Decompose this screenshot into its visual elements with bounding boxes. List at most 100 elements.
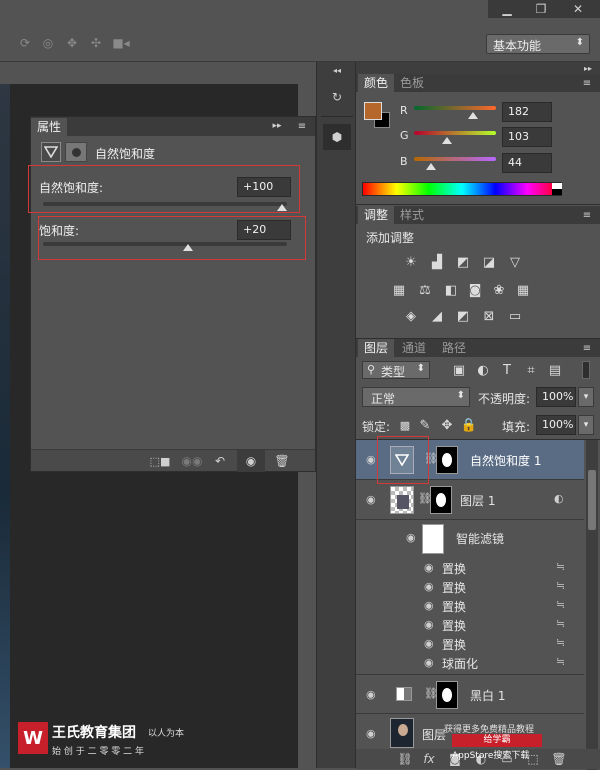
workspace-select[interactable]: 基本功能 ⬍ <box>486 34 590 54</box>
minimize-icon[interactable]: ▁ <box>492 0 522 18</box>
brightness-contrast-icon[interactable]: ☀ <box>402 253 420 271</box>
levels-icon[interactable]: ▟ <box>428 253 446 271</box>
tab-adjustments[interactable]: 调整 <box>358 206 395 224</box>
foreground-color-swatch[interactable] <box>364 102 382 120</box>
blending-options-icon[interactable]: ≒ <box>556 579 565 592</box>
lock-all-icon[interactable]: 🔒 <box>460 416 478 434</box>
filter-eye-icon[interactable]: ◉ <box>424 561 434 574</box>
layer-row-layer1[interactable]: ◉ ⛓ 图层 1 ◐ <box>356 480 584 520</box>
tab-layers[interactable]: 图层 <box>358 339 395 357</box>
tab-properties[interactable]: 属性 <box>31 118 68 136</box>
lock-position-icon[interactable]: ✥ <box>438 416 456 434</box>
photo-filter-icon[interactable]: ◙ <box>466 281 484 299</box>
spectrum-black-white[interactable] <box>552 183 562 195</box>
view-previous-icon[interactable]: ◉◉ <box>181 452 203 470</box>
channel-g-field[interactable]: 103 <box>502 127 552 147</box>
layer-row-black-white[interactable]: ◉ ⛓ 黑白 1 <box>356 674 584 714</box>
layer-visibility-eye-icon[interactable]: ◉ <box>366 493 376 506</box>
spectrum-bar[interactable] <box>362 182 562 196</box>
exposure-icon[interactable]: ◪ <box>480 253 498 271</box>
filter-row[interactable]: ◉ 置换 ≒ <box>356 634 584 653</box>
fx-icon[interactable]: fx <box>420 751 438 767</box>
delete-layer-icon[interactable]: 🗑 <box>550 751 568 767</box>
mask-toggle-icon[interactable] <box>65 142 87 162</box>
layers-scrollbar[interactable] <box>586 440 598 770</box>
channel-b-thumb[interactable] <box>426 163 436 170</box>
blending-options-icon[interactable]: ≒ <box>556 617 565 630</box>
panel-menu-icon[interactable]: ≡ <box>293 118 311 134</box>
history-icon[interactable]: ↻ <box>325 86 349 108</box>
fill-field[interactable]: 100% <box>536 415 576 435</box>
dock-collapse-icon[interactable]: ◂◂ <box>329 64 345 76</box>
layer-visibility-eye-icon[interactable]: ◉ <box>366 727 376 740</box>
channel-b-field[interactable]: 44 <box>502 153 552 173</box>
scale-3d-icon[interactable]: ■◂ <box>110 34 132 52</box>
tab-color[interactable]: 颜色 <box>358 74 395 92</box>
threshold-icon[interactable]: ◩ <box>454 307 472 325</box>
pan-3d-icon[interactable]: ✥ <box>62 34 82 52</box>
opacity-field[interactable]: 100% <box>536 387 576 407</box>
tab-styles[interactable]: 样式 <box>394 206 430 224</box>
filter-row[interactable]: ◉ 置换 ≒ <box>356 558 584 577</box>
slide-3d-icon[interactable]: ✣ <box>86 34 106 52</box>
filter-toggle[interactable] <box>582 361 590 379</box>
fill-dropdown[interactable]: ▾ <box>578 415 594 435</box>
blend-mode-select[interactable]: 正常 ⬍ <box>362 387 470 407</box>
blending-options-icon[interactable]: ≒ <box>556 636 565 649</box>
filter-eye-icon[interactable]: ◉ <box>424 656 434 669</box>
filter-eye-icon[interactable]: ◉ <box>424 599 434 612</box>
filter-row[interactable]: ◉ 置换 ≒ <box>356 615 584 634</box>
roll-3d-icon[interactable]: ◎ <box>38 34 58 52</box>
filter-eye-icon[interactable]: ◉ <box>424 580 434 593</box>
color-balance-icon[interactable]: ⚖ <box>416 281 434 299</box>
channel-g-thumb[interactable] <box>442 137 452 144</box>
opacity-dropdown[interactable]: ▾ <box>578 387 594 407</box>
visibility-button[interactable]: ◉ <box>237 450 265 472</box>
close-icon[interactable]: ✕ <box>560 0 596 18</box>
selective-color-icon[interactable]: ⊠ <box>480 307 498 325</box>
layer-visibility-eye-icon[interactable]: ◉ <box>366 453 376 466</box>
filter-shape-icon[interactable]: ⌗ <box>522 361 540 379</box>
smart-filters-row[interactable]: ◉ 智能滤镜 <box>356 520 584 556</box>
black-white-icon[interactable]: ◧ <box>442 281 460 299</box>
smart-filters-eye-icon[interactable]: ◉ <box>406 531 416 544</box>
invert-icon[interactable]: ◈ <box>402 307 420 325</box>
filter-type-icon[interactable]: T <box>498 361 516 379</box>
blending-options-icon[interactable]: ≒ <box>556 560 565 573</box>
clip-to-layer-icon[interactable]: ⬚■ <box>149 452 171 470</box>
hue-saturation-icon[interactable]: ▦ <box>390 281 408 299</box>
tab-paths[interactable]: 路径 <box>436 339 472 357</box>
filter-eye-icon[interactable]: ◉ <box>424 618 434 631</box>
scrollbar-thumb[interactable] <box>588 470 596 530</box>
channel-mixer-icon[interactable]: ❀ <box>490 281 508 299</box>
filter-row[interactable]: ◉ 置换 ≒ <box>356 596 584 615</box>
blending-options-icon[interactable]: ≒ <box>556 598 565 611</box>
filter-row[interactable]: ◉ 球面化 ≒ <box>356 653 584 672</box>
lock-pixels-icon[interactable]: ✎ <box>416 416 434 434</box>
rotate-3d-icon[interactable]: ⟳ <box>15 34 35 52</box>
panel-menu-icon[interactable]: ≡ <box>578 75 596 91</box>
filter-eye-icon[interactable]: ◉ <box>424 637 434 650</box>
channel-b-track[interactable] <box>414 157 496 161</box>
filter-smart-object-icon[interactable]: ▤ <box>546 361 564 379</box>
color-lookup-icon[interactable]: ▦ <box>514 281 532 299</box>
tab-swatches[interactable]: 色板 <box>394 74 430 92</box>
layer-filter-select[interactable]: ⚲ 类型 ⬍ <box>362 361 430 379</box>
filter-adjustment-icon[interactable]: ◐ <box>474 361 492 379</box>
filter-row[interactable]: ◉ 置换 ≒ <box>356 577 584 596</box>
filter-pixel-icon[interactable]: ▣ <box>450 361 468 379</box>
curves-icon[interactable]: ◩ <box>454 253 472 271</box>
3d-dock-button[interactable]: ⬢ <box>323 124 351 150</box>
posterize-icon[interactable]: ◢ <box>428 307 446 325</box>
panel-menu-icon[interactable]: ≡ <box>578 207 596 223</box>
channel-r-thumb[interactable] <box>468 112 478 119</box>
panel-menu-icon[interactable]: ≡ <box>578 340 596 356</box>
blending-options-icon[interactable]: ≒ <box>556 655 565 668</box>
reset-icon[interactable]: ↶ <box>209 452 231 470</box>
panel-collapse-icon[interactable]: ▸▸ <box>580 62 596 74</box>
vibrance-icon[interactable]: ▽ <box>506 253 524 271</box>
channel-r-track[interactable] <box>414 106 496 110</box>
gradient-map-icon[interactable]: ▭ <box>506 307 524 325</box>
layer-visibility-eye-icon[interactable]: ◉ <box>366 688 376 701</box>
collapse-icon[interactable]: ▸▸ <box>269 118 285 134</box>
